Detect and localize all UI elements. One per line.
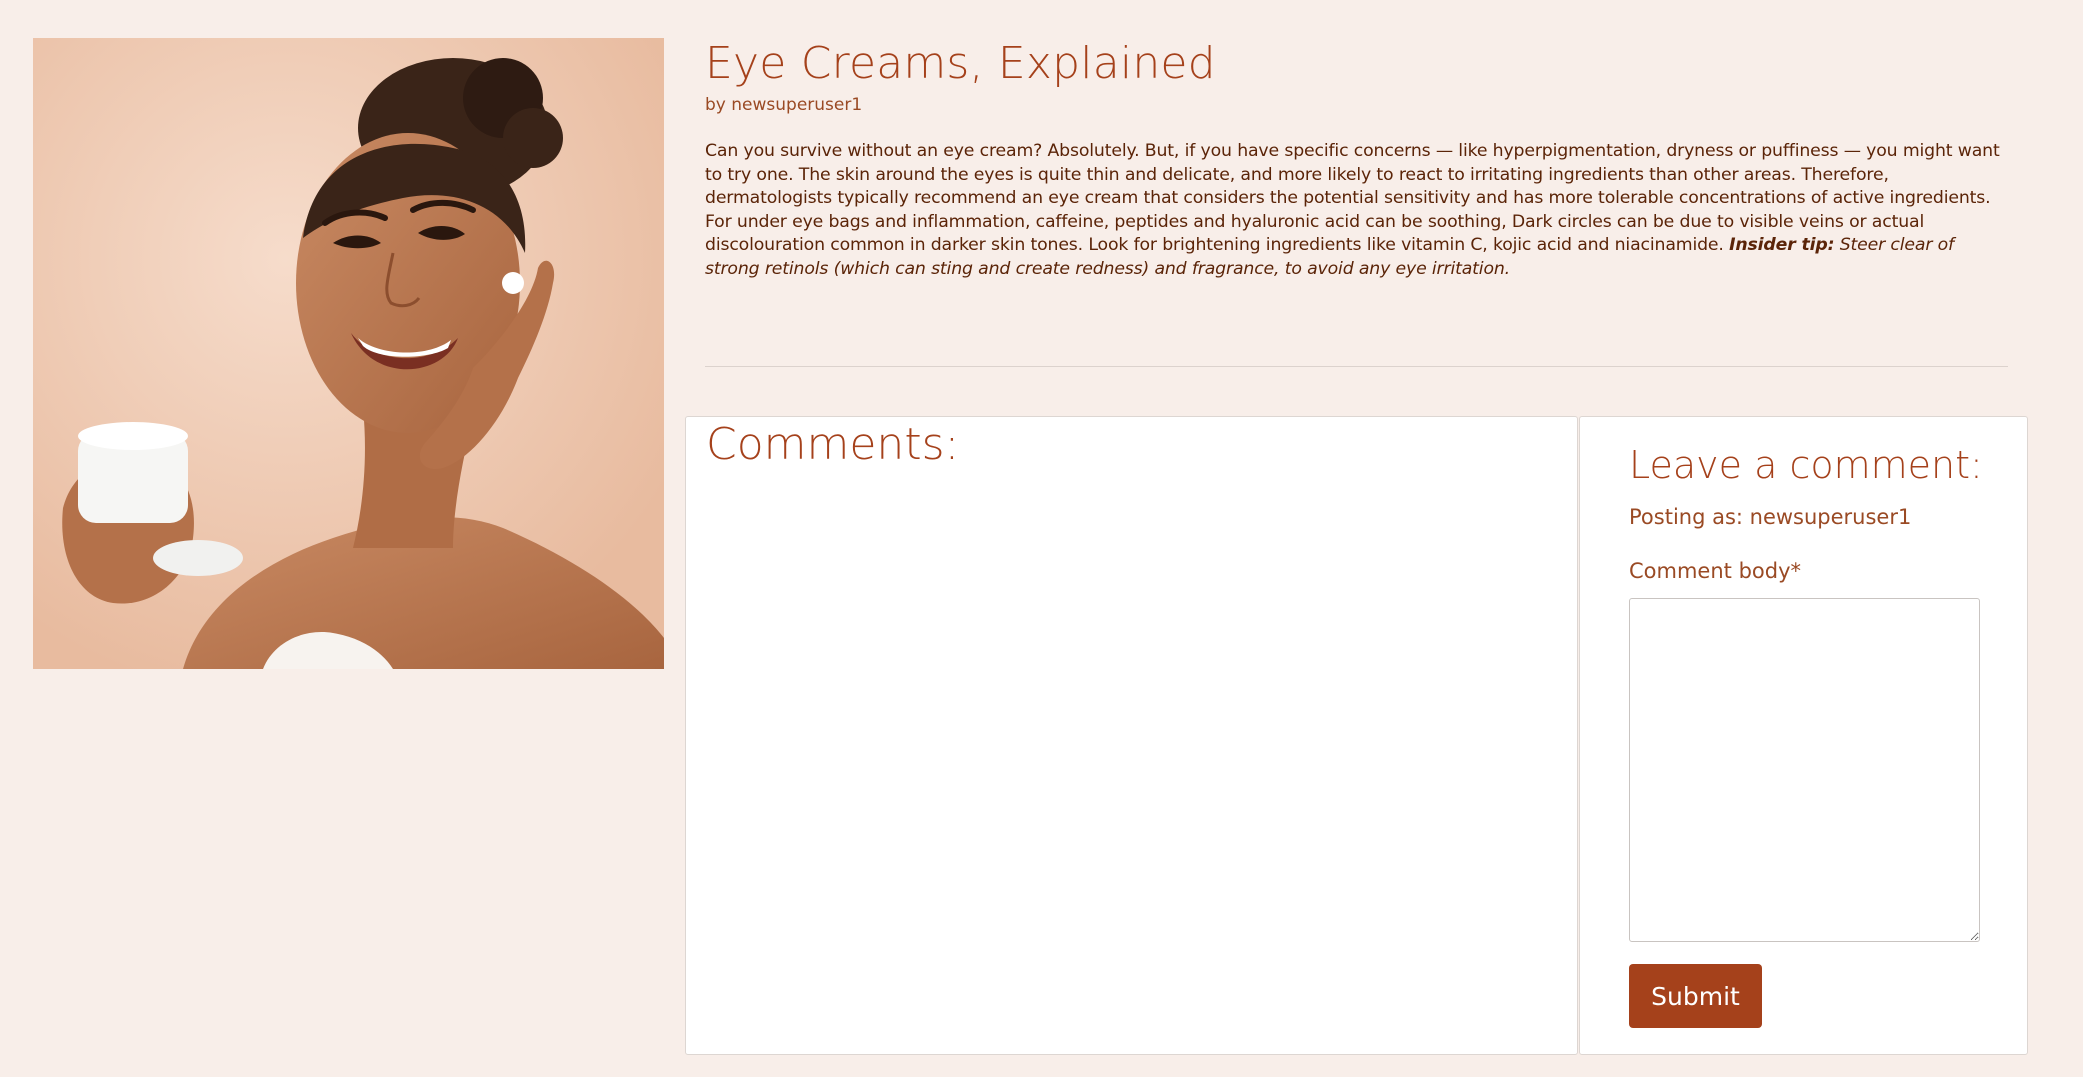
submit-button[interactable]: Submit	[1629, 964, 1762, 1028]
article-hero-image	[33, 38, 664, 669]
comment-body-label: Comment body*	[1629, 559, 1801, 583]
comment-form-heading: Leave a comment:	[1629, 443, 1983, 487]
insider-tip-label: Insider tip:	[1729, 235, 1835, 256]
comment-body-textarea[interactable]	[1629, 598, 1980, 942]
comments-panel: Comments:	[685, 416, 1578, 1055]
comment-form-panel: Leave a comment: Posting as: newsuperuse…	[1579, 416, 2028, 1055]
article-byline: by newsuperuser1	[705, 95, 863, 115]
article-paragraph: For under eye bags and inflammation, caf…	[705, 211, 2007, 282]
article-title: Eye Creams, Explained	[705, 38, 1216, 89]
woman-applying-cream-illustration	[33, 38, 664, 669]
comments-heading: Comments:	[706, 419, 960, 470]
posting-as-text: Posting as: newsuperuser1	[1629, 505, 1912, 529]
article-paragraph: Can you survive without an eye cream? Ab…	[705, 141, 2000, 209]
article-body: Can you survive without an eye cream? Ab…	[705, 140, 2007, 282]
article: Eye Creams, Explained by newsuperuser1 C…	[705, 38, 2007, 282]
section-divider	[705, 366, 2008, 367]
